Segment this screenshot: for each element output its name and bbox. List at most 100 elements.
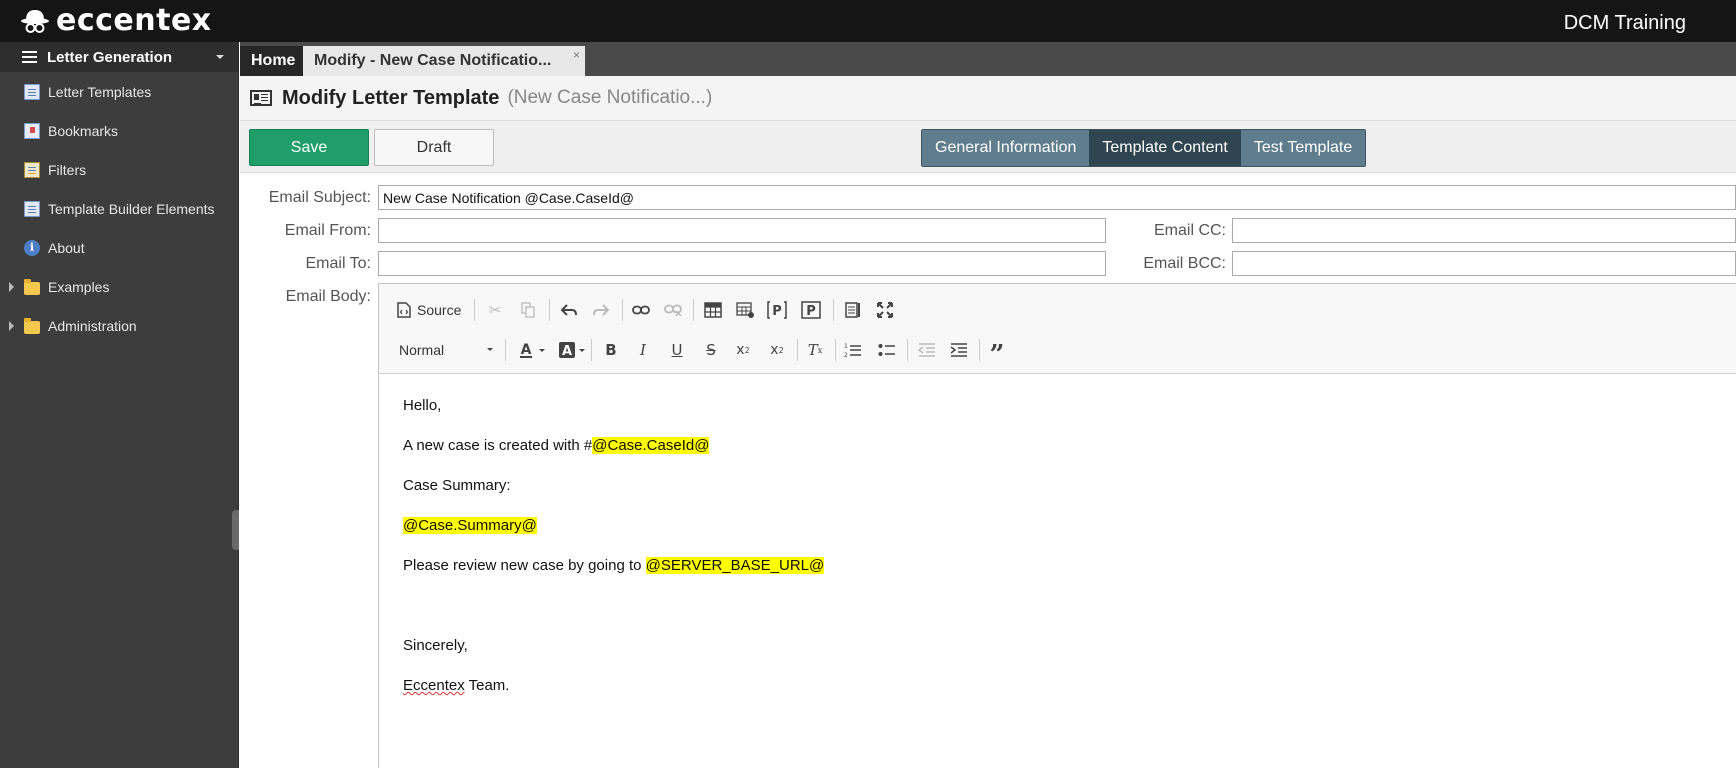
tab-modify-template[interactable]: Modify - New Case Notificatio... ×	[303, 46, 585, 76]
svg-text:A: A	[521, 342, 532, 358]
page-subtitle: (New Case Notificatio...)	[507, 87, 713, 108]
email-cc-label: Email CC:	[1153, 222, 1226, 239]
email-subject-field[interactable]	[378, 185, 1736, 210]
logo[interactable]: eccentex	[20, 4, 212, 38]
bulleted-list-icon[interactable]	[875, 338, 899, 362]
cut-icon[interactable]: ✂	[483, 298, 507, 322]
newspaper-icon	[250, 90, 272, 106]
section-switcher: General Information Template Content Tes…	[921, 129, 1367, 167]
filter-document-icon	[24, 161, 40, 178]
outdent-icon[interactable]	[915, 338, 939, 362]
case-created-line: A new case is created with #@Case.CaseId…	[403, 436, 1736, 456]
email-from-label: Email From:	[284, 222, 371, 239]
chevron-down-icon	[487, 348, 493, 351]
undo-icon[interactable]	[557, 298, 581, 322]
bold-icon[interactable]: B	[599, 338, 623, 362]
expand-arrow-icon[interactable]	[9, 282, 14, 292]
draft-button[interactable]: Draft	[374, 129, 494, 166]
toolbar-separator	[693, 299, 694, 321]
summary-token-line: @Case.Summary@	[403, 516, 1736, 536]
sidebar-item-administration[interactable]: Administration	[0, 306, 238, 345]
email-from-field[interactable]	[378, 218, 1106, 243]
text-color-icon[interactable]: A	[511, 338, 545, 362]
toolbar-separator	[979, 339, 980, 361]
folder-icon	[24, 317, 40, 334]
toolbar-separator	[907, 339, 908, 361]
show-blocks-icon[interactable]	[841, 298, 865, 322]
toolbar-separator	[622, 299, 623, 321]
strikethrough-icon[interactable]: S	[699, 338, 723, 362]
bookmark-icon	[24, 122, 40, 139]
email-to-field[interactable]	[378, 251, 1106, 276]
closing-line: Sincerely,	[403, 637, 468, 654]
logo-text: eccentex	[56, 3, 212, 38]
folder-icon	[24, 278, 40, 295]
sidebar-item-label: Template Builder Elements	[48, 200, 215, 217]
review-text: Please review new case by going to	[403, 557, 646, 574]
sidebar-item-letter-templates[interactable]: Letter Templates	[0, 72, 238, 111]
sidebar-item-examples[interactable]: Examples	[0, 267, 238, 306]
sidebar-item-about[interactable]: i About	[0, 228, 238, 267]
insert-table-icon[interactable]	[733, 298, 757, 322]
svg-text:1: 1	[844, 343, 848, 350]
review-line: Please review new case by going to @SERV…	[403, 556, 1736, 576]
email-cc-field[interactable]	[1232, 218, 1736, 243]
indent-icon[interactable]	[947, 338, 971, 362]
copy-icon[interactable]	[516, 298, 540, 322]
close-icon[interactable]: ×	[573, 48, 580, 62]
background-color-icon[interactable]: A	[551, 338, 585, 362]
unlink-icon[interactable]	[661, 298, 685, 322]
tab-general-information[interactable]: General Information	[922, 130, 1090, 166]
sidebar-item-template-builder-elements[interactable]: Template Builder Elements	[0, 189, 238, 228]
document-list-icon	[24, 200, 40, 217]
source-icon	[397, 302, 411, 318]
editor-content[interactable]: Hello, A new case is created with #@Case…	[379, 374, 1736, 696]
source-button[interactable]: Source	[397, 298, 461, 322]
format-select[interactable]: Normal	[399, 338, 495, 362]
tab-home[interactable]: Home	[240, 46, 307, 76]
table-icon[interactable]	[701, 298, 725, 322]
underline-icon[interactable]: U	[665, 338, 689, 362]
case-summary-token: @Case.Summary@	[403, 517, 537, 534]
action-bar: Save Draft General Information Template …	[240, 121, 1736, 173]
maximize-icon[interactable]	[873, 298, 897, 322]
toolbar-separator	[474, 299, 475, 321]
expand-arrow-icon[interactable]	[9, 321, 14, 331]
signature-line: Eccentex Team.	[403, 676, 1736, 696]
toolbar-separator	[835, 339, 836, 361]
sidebar-item-label: Filters	[48, 161, 87, 178]
hamburger-icon	[22, 51, 37, 63]
page-header: Modify Letter Template (New Case Notific…	[240, 76, 1736, 121]
sidebar-item-label: About	[48, 239, 85, 256]
tab-test-template[interactable]: Test Template	[1240, 130, 1366, 166]
greeting-line: Hello,	[403, 397, 442, 414]
chevron-down-icon	[216, 55, 224, 59]
placeholder-p-alt-icon[interactable]: P	[799, 298, 823, 322]
email-bcc-field[interactable]	[1232, 251, 1736, 276]
sidebar-header[interactable]: Letter Generation	[0, 42, 238, 72]
hat-logo-icon	[21, 10, 49, 33]
server-url-token: @SERVER_BASE_URL@	[645, 557, 825, 574]
svg-text:A: A	[562, 344, 572, 358]
link-icon[interactable]	[629, 298, 653, 322]
toolbar-separator	[591, 339, 592, 361]
toolbar-separator	[505, 339, 506, 361]
numbered-list-icon[interactable]: 12	[841, 338, 865, 362]
sidebar-item-bookmarks[interactable]: Bookmarks	[0, 111, 238, 150]
sidebar-item-filters[interactable]: Filters	[0, 150, 238, 189]
remove-format-icon[interactable]: Tx	[803, 338, 827, 362]
subscript-icon[interactable]: x2	[731, 338, 755, 362]
save-button[interactable]: Save	[249, 129, 369, 166]
document-icon	[24, 83, 40, 100]
italic-icon[interactable]: I	[631, 338, 655, 362]
redo-icon[interactable]	[589, 298, 613, 322]
sidebar-item-label: Bookmarks	[48, 122, 119, 139]
sidebar-collapse-handle[interactable]	[232, 510, 239, 550]
superscript-icon[interactable]: x2	[765, 338, 789, 362]
page-title: Modify Letter Template	[282, 86, 500, 109]
placeholder-p-icon[interactable]: P	[765, 298, 789, 322]
blockquote-icon[interactable]: ”	[985, 338, 1009, 370]
tab-template-content[interactable]: Template Content	[1089, 130, 1241, 166]
email-subject-label: Email Subject:	[268, 189, 371, 206]
sidebar-item-label: Administration	[48, 317, 137, 334]
